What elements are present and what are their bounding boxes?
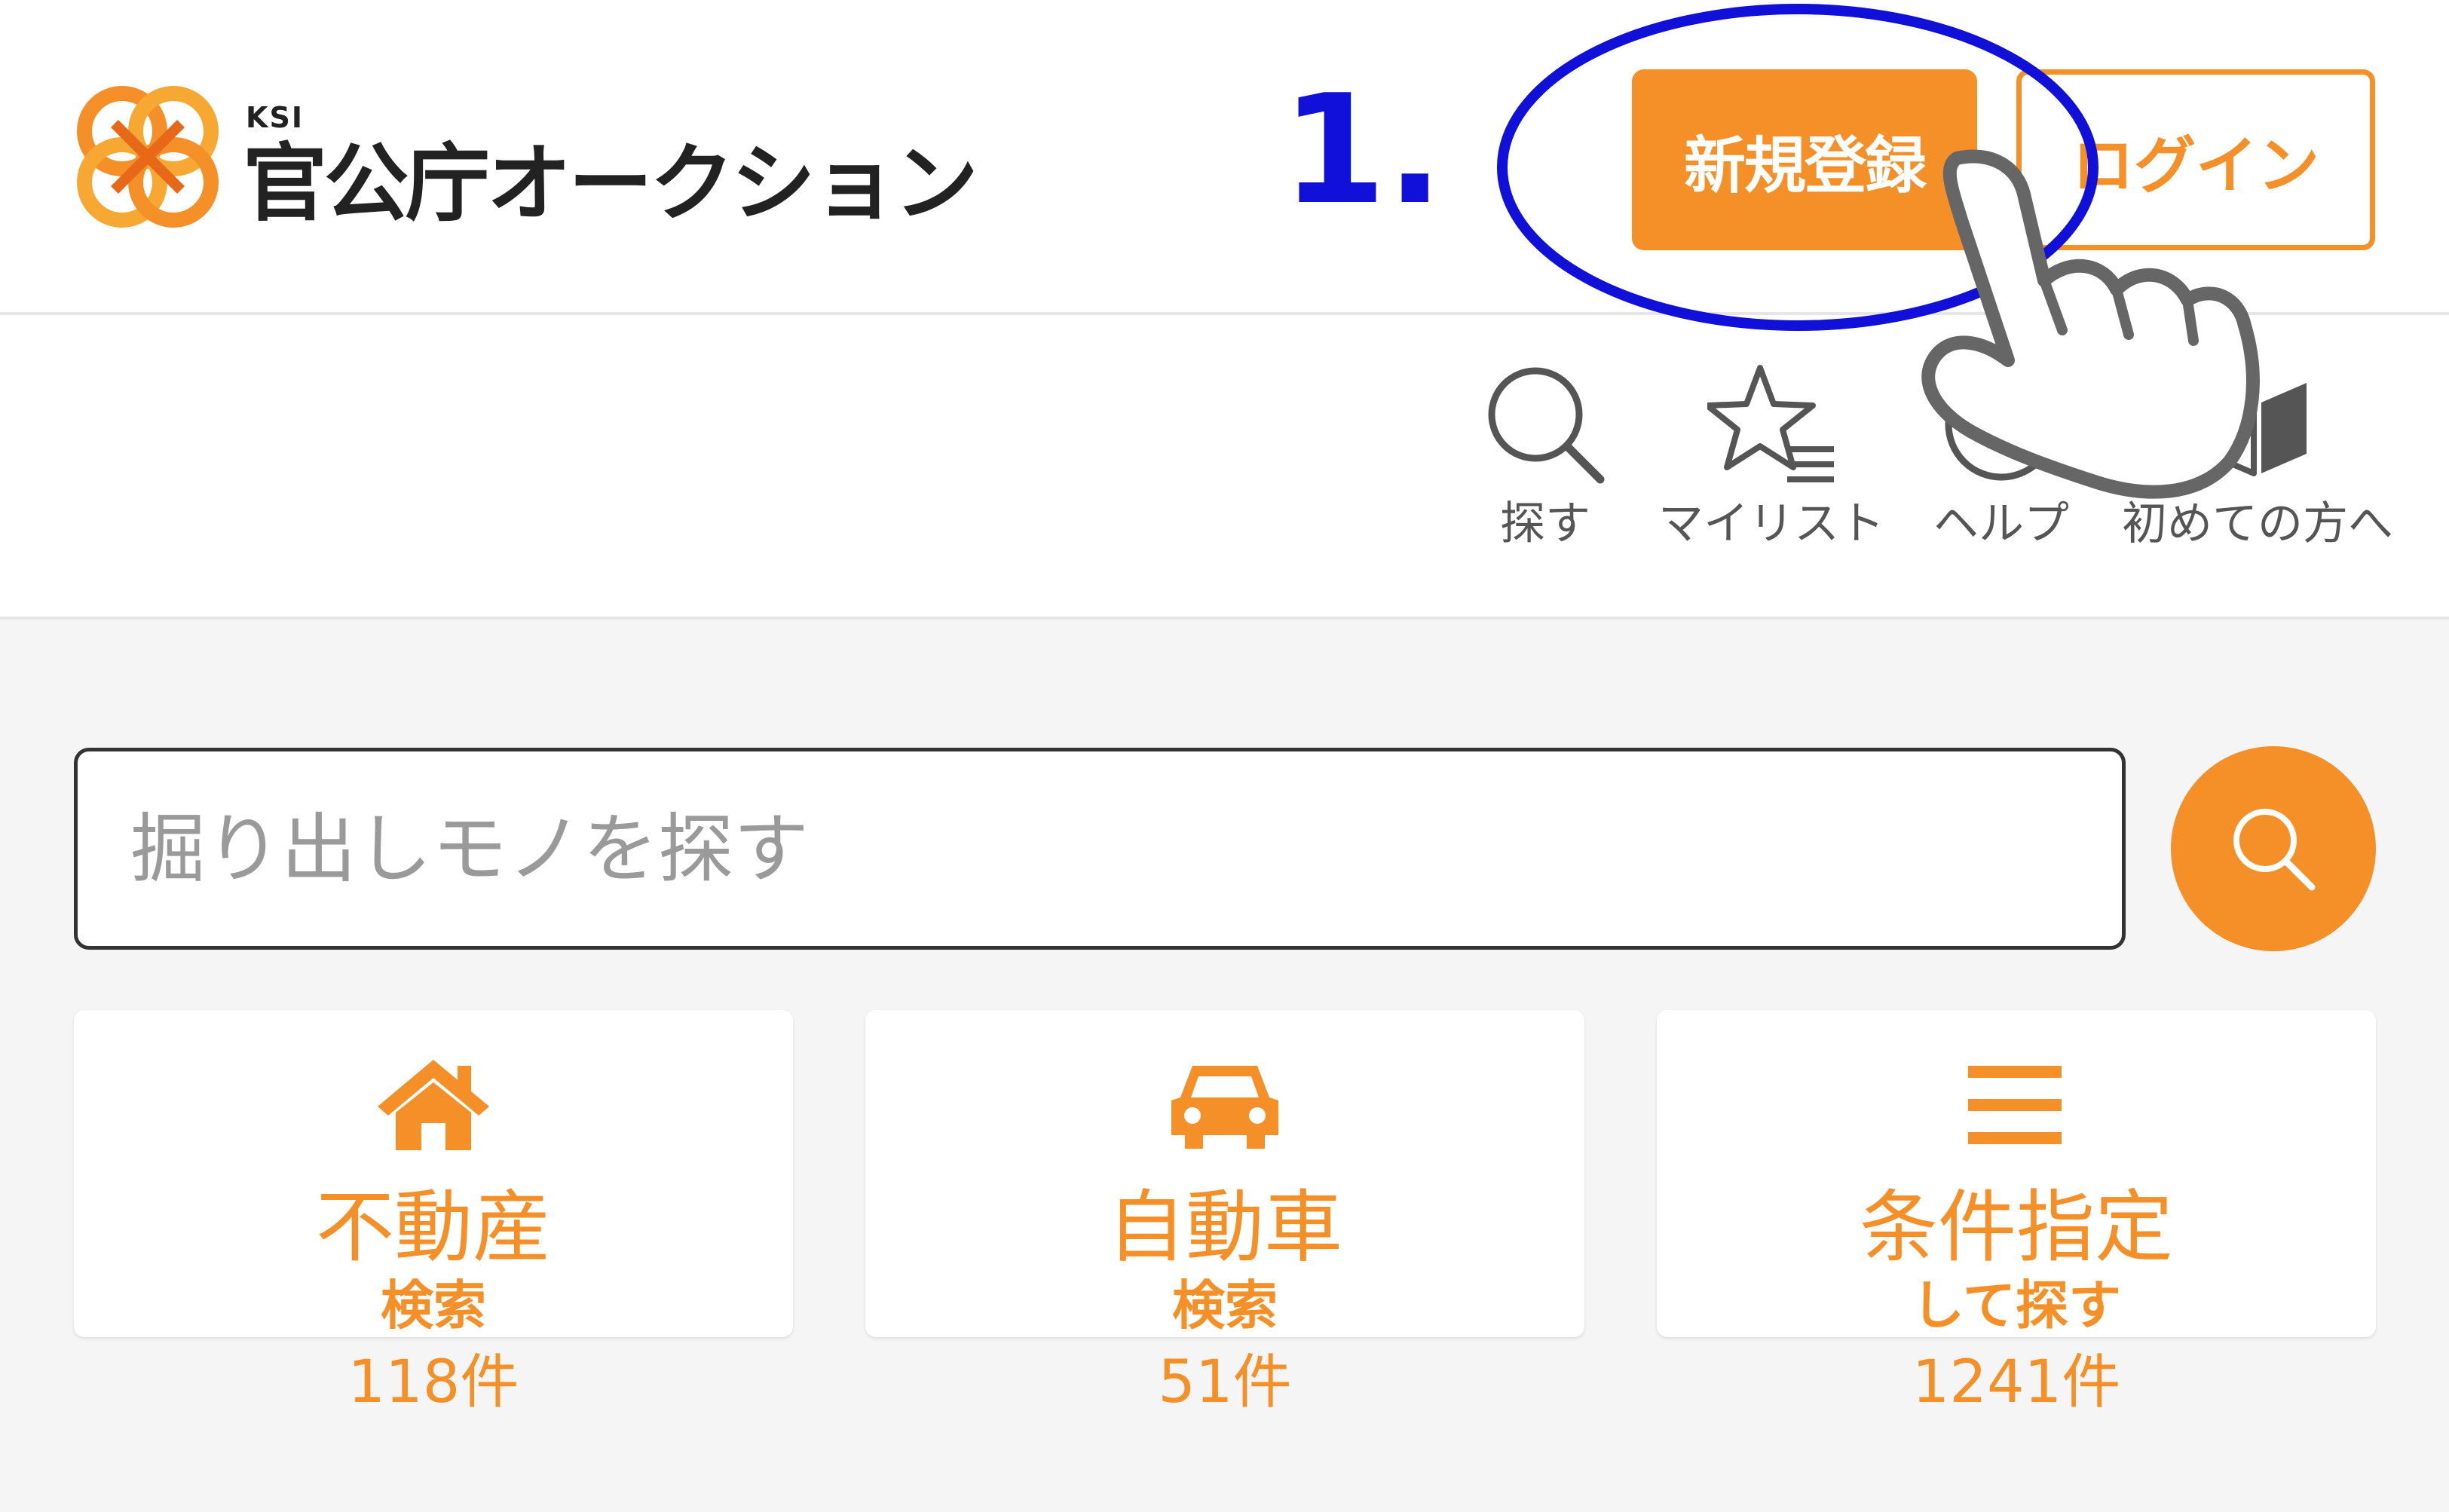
search-input[interactable] xyxy=(74,748,2126,950)
menu-lines-icon xyxy=(1968,1066,2062,1144)
search-button[interactable] xyxy=(2171,746,2376,951)
star-list-icon xyxy=(1707,365,1834,482)
help-icon: ? xyxy=(1945,368,2058,481)
book-icon xyxy=(2206,380,2307,476)
card-count: 118件 xyxy=(347,1348,519,1416)
card-title: 自動車 xyxy=(1107,1181,1342,1273)
nav-item-label: ヘルプ xyxy=(1933,497,2069,550)
house-icon xyxy=(378,1060,489,1150)
site-header: KSI 官公庁オークション 1. 新規登録 ログイン xyxy=(0,0,2449,314)
svg-text:?: ? xyxy=(1985,389,2017,459)
step-number-annotation: 1. xyxy=(1281,63,1444,238)
nav-item-label: マイリスト xyxy=(1658,497,1884,550)
nav-item-search[interactable]: 探す xyxy=(1462,360,1628,579)
card-count: 51件 xyxy=(1158,1348,1292,1416)
card-subtitle: 検索 xyxy=(381,1275,486,1336)
search-icon xyxy=(1488,367,1605,484)
main-content: 不動産 検索 118件 自動車 検索 51件 条件指定 して探す 1241 xyxy=(0,620,2449,1512)
logo-mark-icon xyxy=(77,86,219,228)
search-icon xyxy=(2233,809,2316,891)
register-button[interactable]: 新規登録 xyxy=(1632,69,1977,250)
logo-ksi-text: KSI xyxy=(246,101,304,134)
site-logo[interactable]: KSI 官公庁オークション xyxy=(69,78,978,244)
card-subtitle: 検索 xyxy=(1172,1275,1278,1336)
card-title: 不動産 xyxy=(315,1181,551,1273)
logo-name-text: 官公庁オークション xyxy=(243,135,978,233)
category-card-automobile[interactable]: 自動車 検索 51件 xyxy=(865,1010,1584,1413)
nav-item-label: 初めての方へ xyxy=(2122,497,2393,550)
nav-item-help[interactable]: ? ヘルプ xyxy=(1915,360,2088,579)
sub-navigation: 探す マイリスト ? ヘルプ 初めての方へ xyxy=(0,315,2449,618)
car-icon xyxy=(1171,1066,1278,1149)
nav-item-mylist[interactable]: マイリスト xyxy=(1643,360,1900,579)
nav-item-beginners[interactable]: 初めての方へ xyxy=(2103,360,2412,579)
card-title: 条件指定 xyxy=(1859,1181,2173,1273)
category-card-real-estate[interactable]: 不動産 検索 118件 xyxy=(74,1010,793,1413)
category-card-conditions[interactable]: 条件指定 して探す 1241件 xyxy=(1657,1010,2376,1413)
card-count: 1241件 xyxy=(1912,1348,2121,1416)
login-button[interactable]: ログイン xyxy=(2016,69,2375,250)
nav-item-label: 探す xyxy=(1500,497,1590,550)
card-subtitle: して探す xyxy=(1912,1275,2121,1336)
